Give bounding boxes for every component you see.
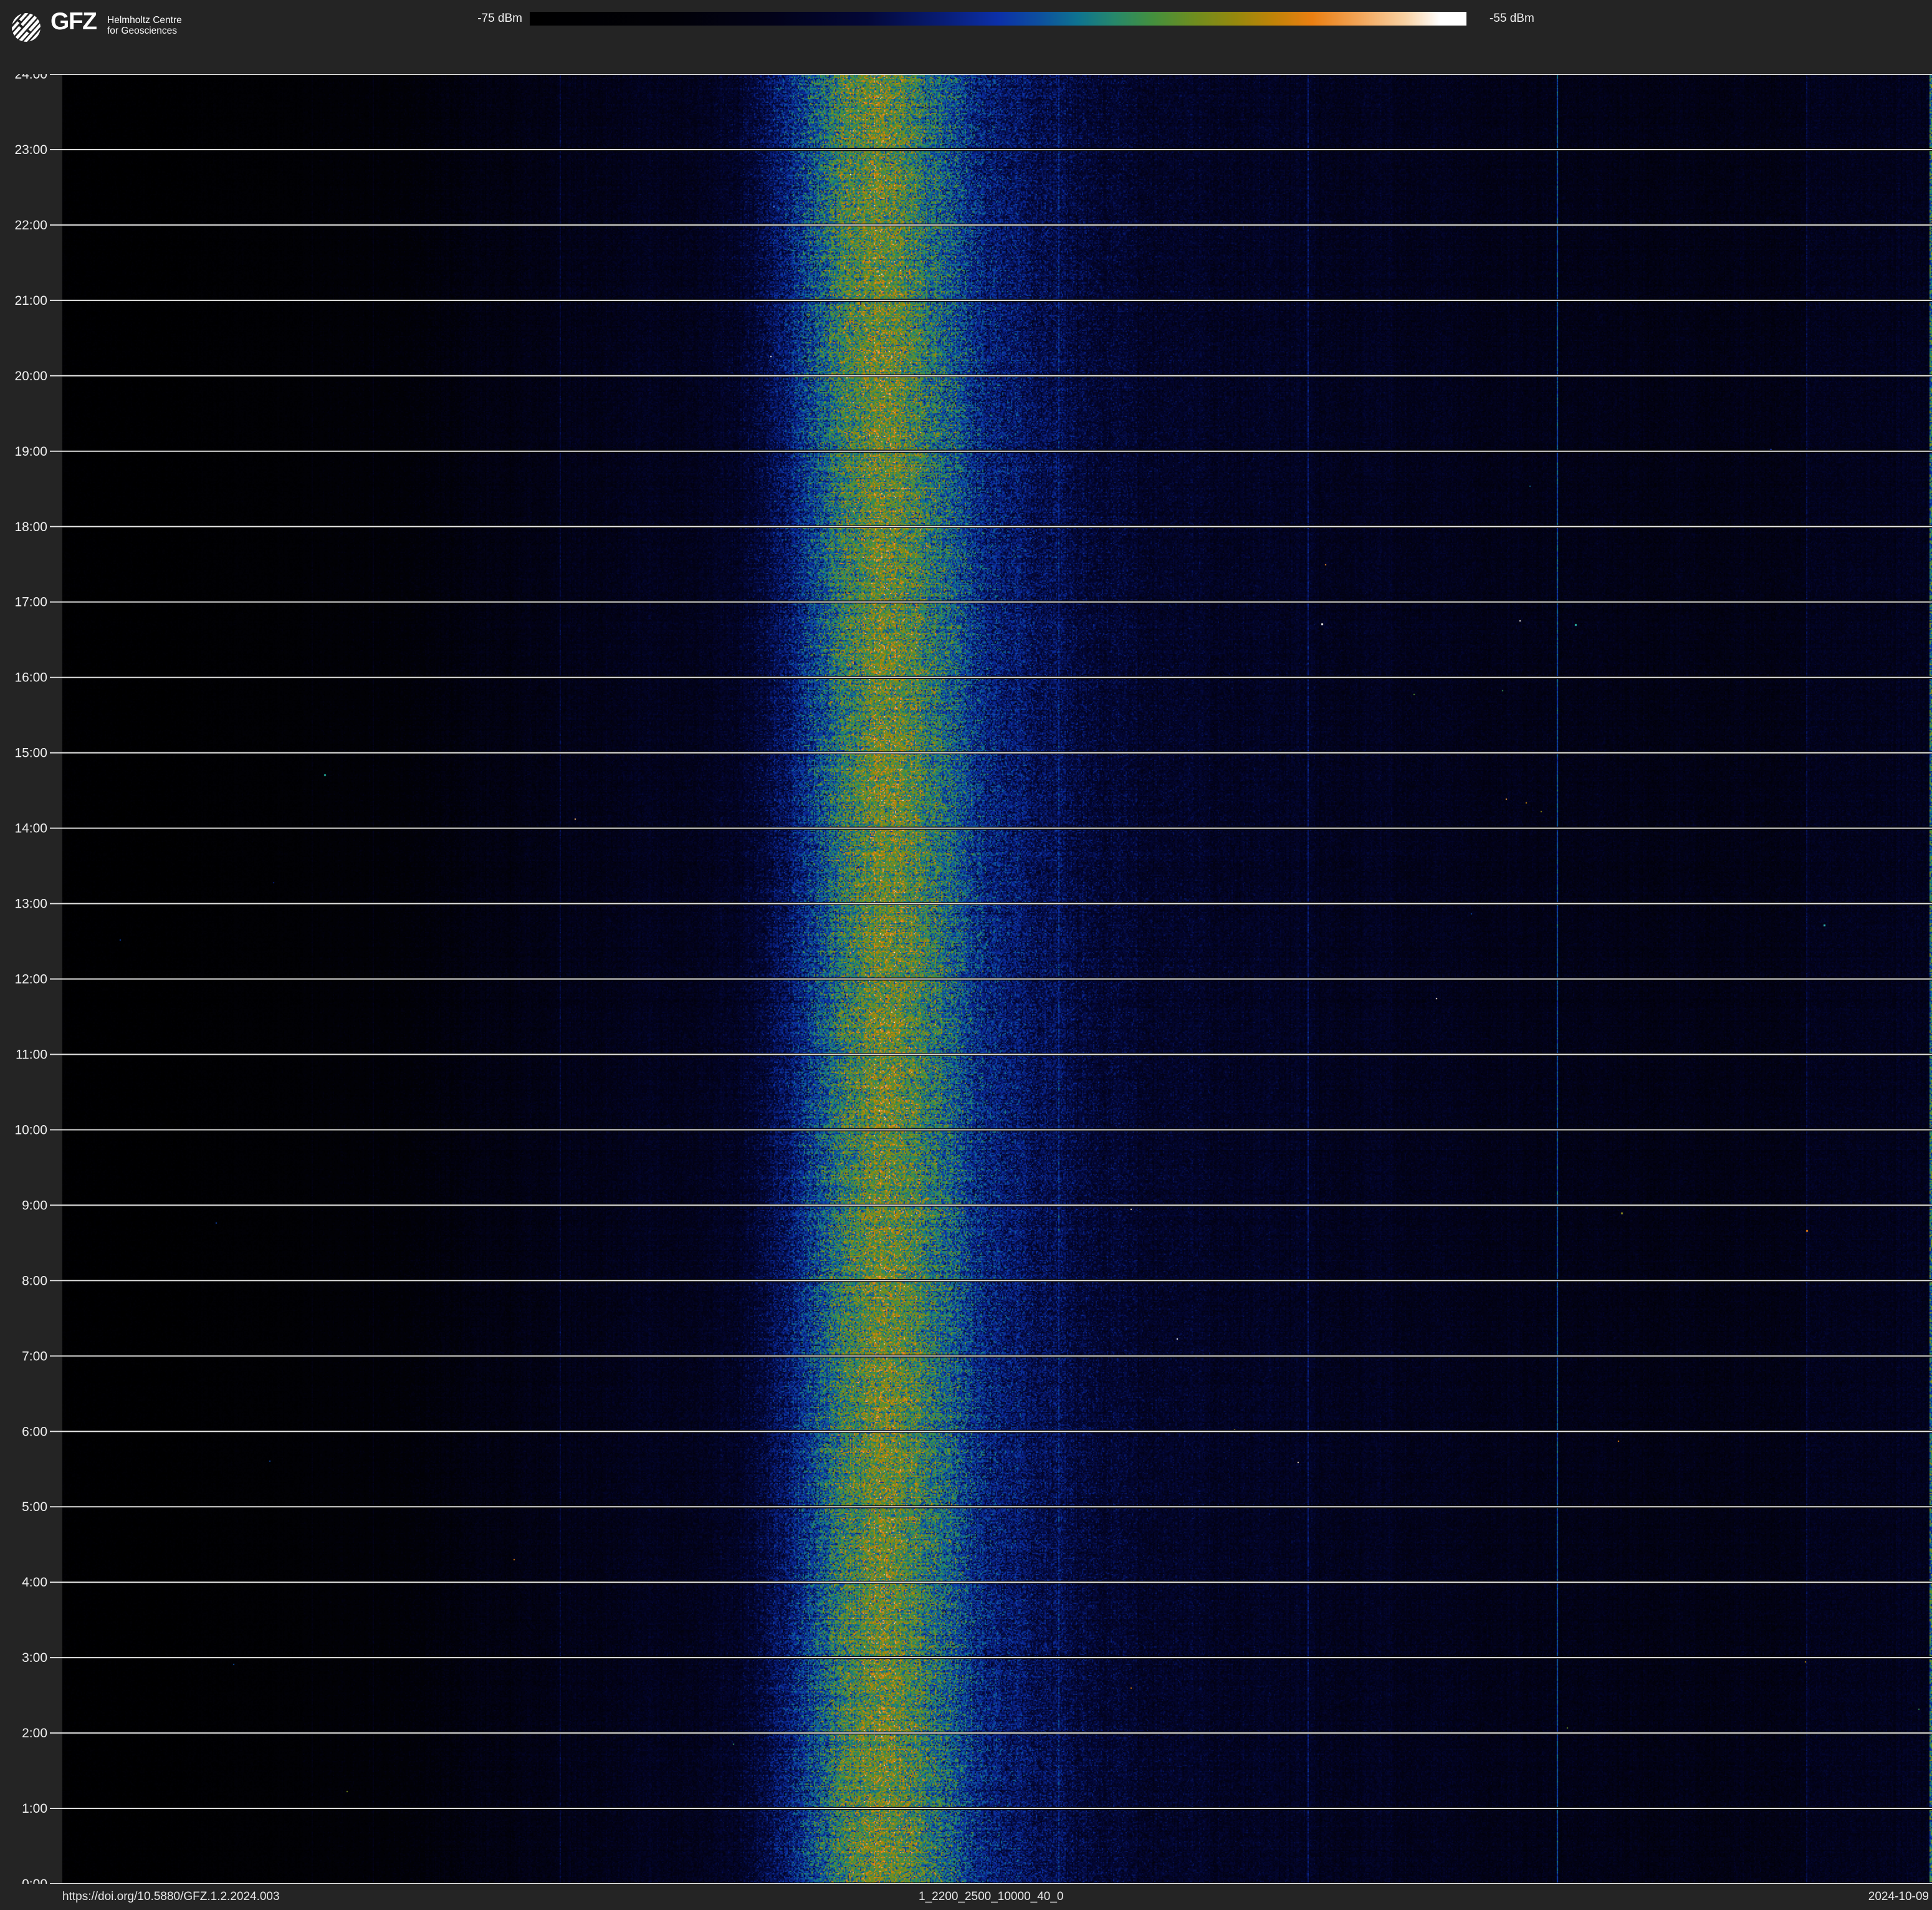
hour-label: 16:00 xyxy=(14,671,47,685)
hour-label: 3:00 xyxy=(22,1651,47,1665)
footer-date: 2024-10-09 xyxy=(1868,1890,1929,1903)
hour-label: 12:00 xyxy=(14,972,47,987)
hour-label: 2:00 xyxy=(22,1726,47,1740)
hour-label: 13:00 xyxy=(14,897,47,911)
spectrogram-page: { "header": { "logo": { "brand": "GFZ", … xyxy=(0,0,1932,1910)
doi-text: https://doi.org/10.5880/GFZ.1.2.2024.003 xyxy=(62,1890,280,1903)
colorbar-min-label: -75 dBm xyxy=(477,12,522,25)
brand-subtitle-line2: for Geosciences xyxy=(107,25,177,36)
hour-label: 5:00 xyxy=(22,1500,47,1514)
hour-label: 23:00 xyxy=(14,143,47,157)
spectrogram-canvas xyxy=(62,74,1932,1884)
hour-label: 22:00 xyxy=(14,218,47,233)
hour-label: 1:00 xyxy=(22,1802,47,1816)
colorbar-max-label: -55 dBm xyxy=(1490,12,1534,25)
hour-label: 4:00 xyxy=(22,1575,47,1590)
footer-bar: https://doi.org/10.5880/GFZ.1.2.2024.003… xyxy=(0,1884,1932,1910)
hour-label: 19:00 xyxy=(14,444,47,459)
hour-label: 21:00 xyxy=(14,294,47,308)
hour-label: 9:00 xyxy=(22,1198,47,1212)
hour-label: 11:00 xyxy=(16,1047,47,1062)
hour-label: 8:00 xyxy=(22,1274,47,1288)
footer-filename: 1_2200_2500_10000_40_0 xyxy=(919,1890,1064,1903)
hour-label: 14:00 xyxy=(14,822,47,836)
hour-label: 18:00 xyxy=(14,520,47,534)
hour-label: 7:00 xyxy=(22,1349,47,1363)
hour-label: 20:00 xyxy=(14,369,47,383)
colorbar-gradient xyxy=(530,12,1466,26)
hour-label: 15:00 xyxy=(14,746,47,761)
hour-label: 6:00 xyxy=(22,1424,47,1439)
hour-label: 10:00 xyxy=(14,1123,47,1137)
header-bar: GFZ Helmholtz Centre for Geosciences -75… xyxy=(0,0,1932,74)
hour-label: 17:00 xyxy=(14,595,47,610)
